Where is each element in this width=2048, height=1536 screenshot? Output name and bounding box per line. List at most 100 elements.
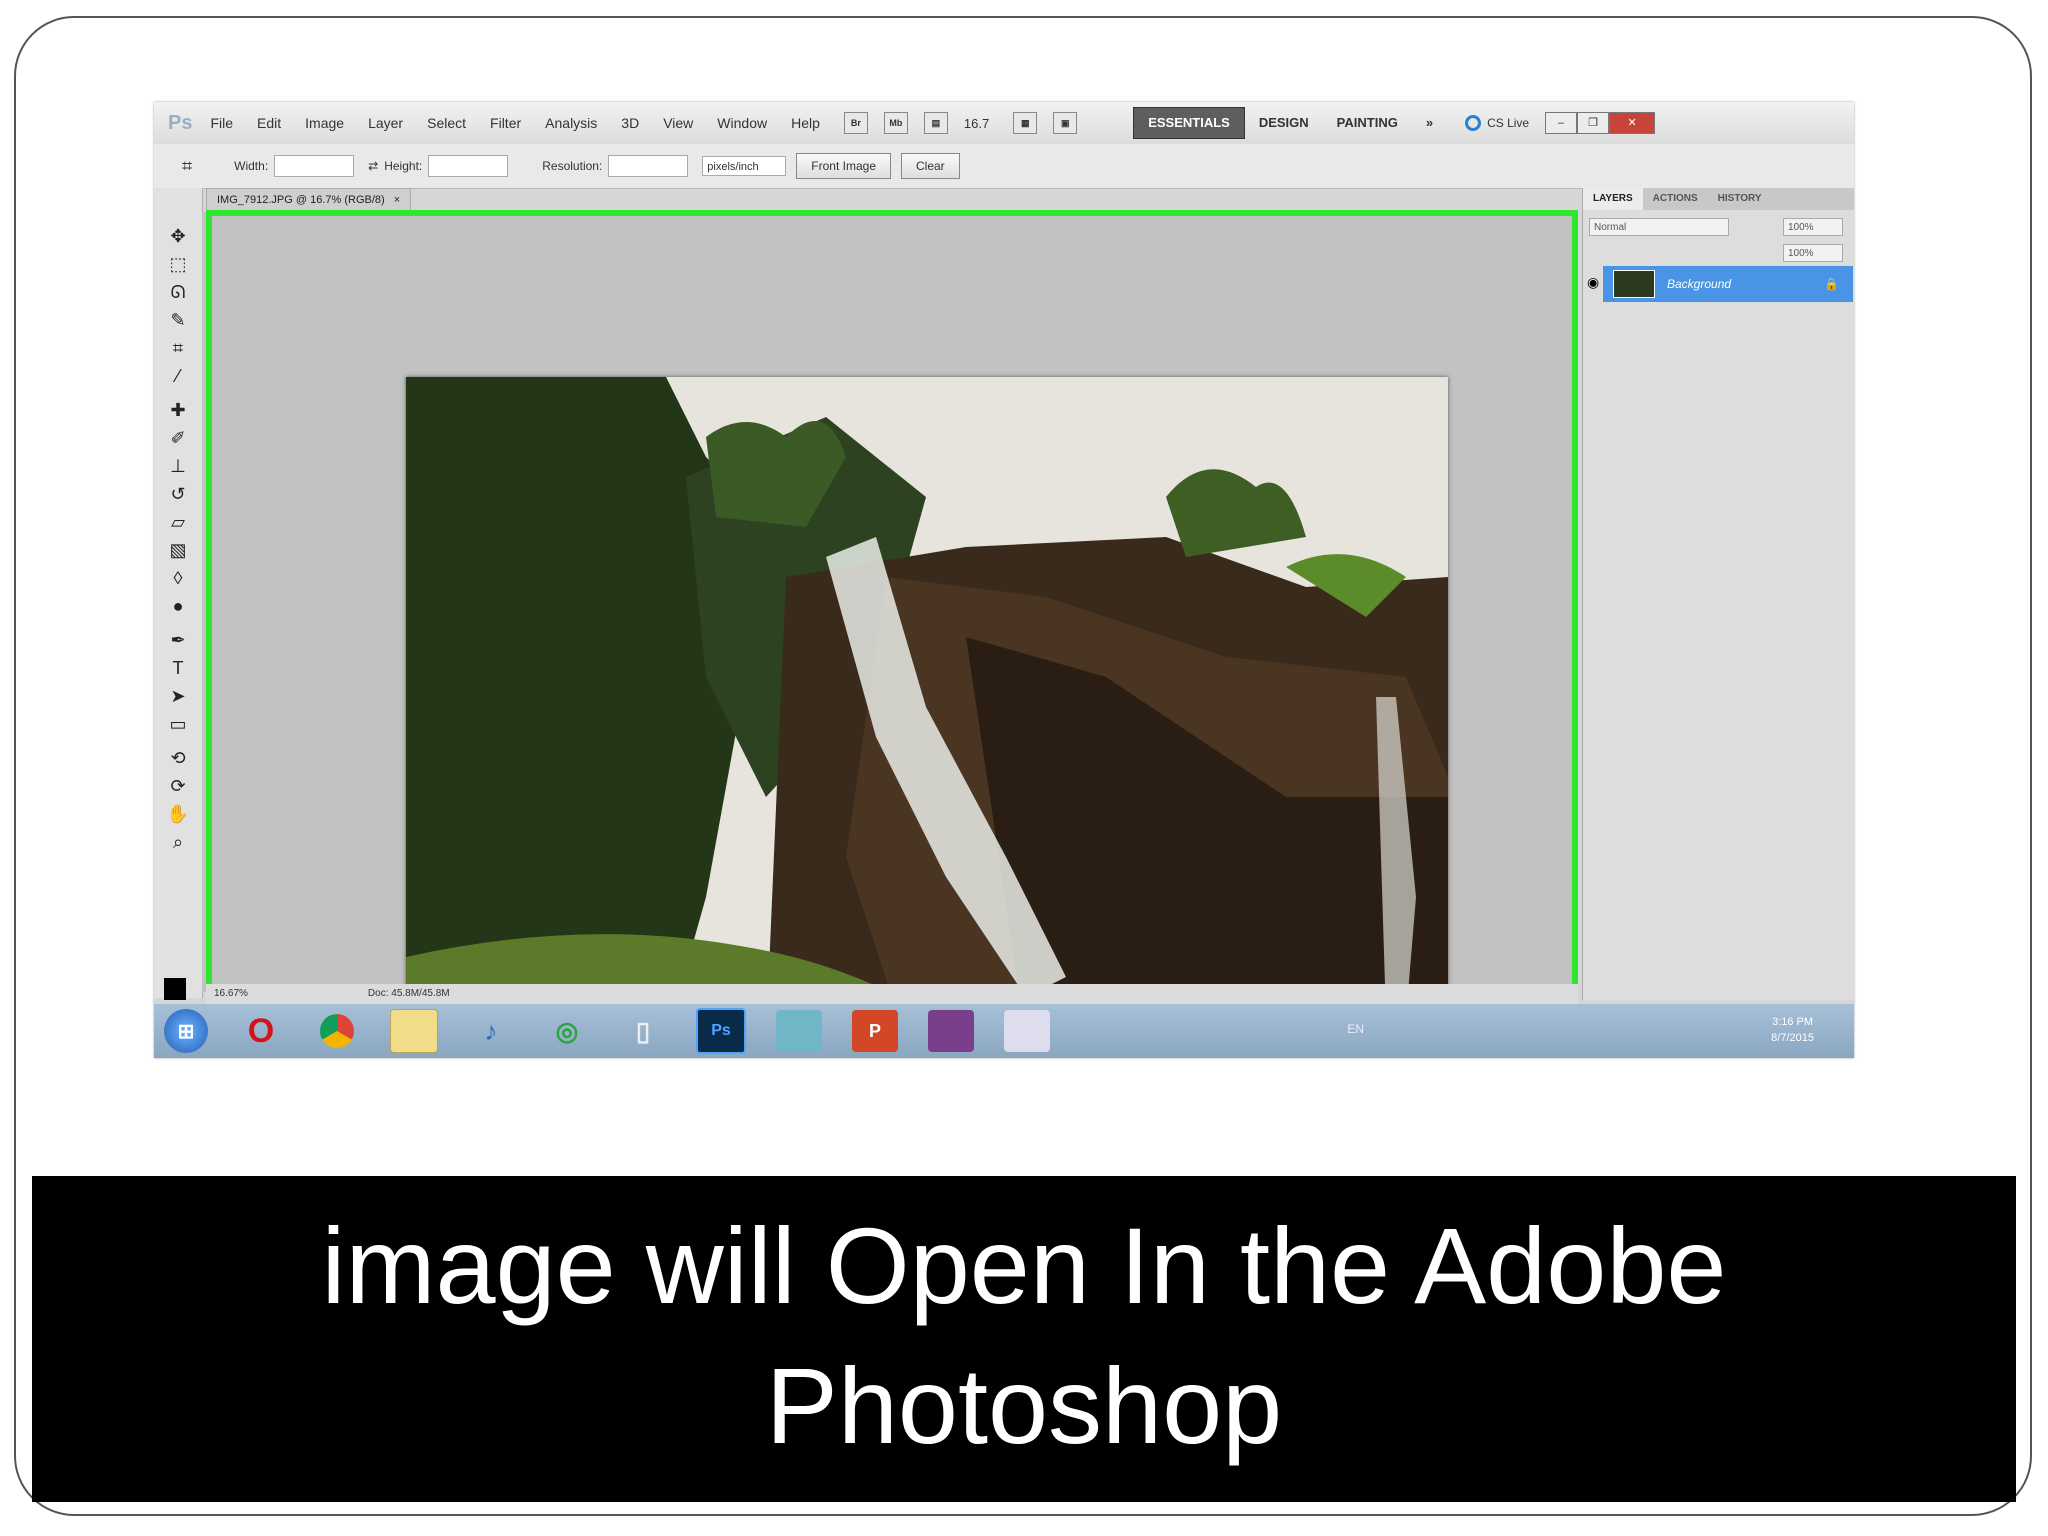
crop-tool-icon[interactable]: ⌗ (166, 336, 190, 360)
layer-row-background[interactable]: Background 🔒 (1603, 266, 1853, 302)
photoshop-taskbar-icon[interactable]: Ps (696, 1008, 746, 1054)
close-tab-icon[interactable]: × (394, 194, 400, 206)
restore-button[interactable]: ❐ (1577, 112, 1610, 134)
file-explorer-icon[interactable] (390, 1009, 438, 1053)
canvas-highlight-frame (206, 210, 1578, 1000)
pen-tool-icon[interactable]: ✒ (166, 628, 190, 652)
status-bar: 16.67% Doc: 45.8M/45.8M (206, 984, 1578, 1004)
dodge-tool-icon[interactable]: ● (166, 594, 190, 618)
tab-actions[interactable]: ACTIONS (1643, 188, 1708, 210)
resolution-input[interactable] (608, 155, 689, 177)
blend-mode-select[interactable]: Normal (1589, 218, 1729, 236)
opacity-field[interactable]: 100% (1783, 218, 1843, 236)
close-button[interactable]: ✕ (1609, 112, 1656, 134)
minimize-button[interactable]: – (1545, 112, 1578, 134)
tab-layers[interactable]: LAYERS (1583, 188, 1643, 210)
move-tool-icon[interactable]: ✥ (166, 224, 190, 248)
workspace-painting[interactable]: PAINTING (1323, 108, 1412, 138)
clear-button[interactable]: Clear (901, 153, 960, 179)
3d-rotate-tool-icon[interactable]: ⟲ (166, 746, 190, 770)
width-input[interactable] (274, 155, 355, 177)
menu-analysis[interactable]: Analysis (545, 115, 597, 131)
fill-field[interactable]: 100% (1783, 244, 1843, 262)
hand-tool-icon[interactable]: ✋ (166, 802, 190, 826)
options-bar: ⌗ Width: ⇄ Height: Resolution: pixels/in… (154, 144, 1854, 189)
brush-tool-icon[interactable]: ✐ (166, 426, 190, 450)
resolution-label: Resolution: (542, 159, 603, 173)
eraser-tool-icon[interactable]: ▱ (166, 510, 190, 534)
status-zoom: 16.67% (214, 988, 248, 999)
height-input[interactable] (428, 155, 509, 177)
eyedropper-tool-icon[interactable]: ⁄ (166, 364, 190, 388)
media-player-icon[interactable]: ♪ (468, 1010, 514, 1052)
path-select-tool-icon[interactable]: ➤ (166, 684, 190, 708)
powerpoint-icon[interactable]: P (852, 1010, 898, 1052)
status-doc-size: Doc: 45.8M/45.8M (367, 988, 450, 999)
document-tab-label: IMG_7912.JPG @ 16.7% (RGB/8) (217, 194, 385, 206)
healing-brush-tool-icon[interactable]: ✚ (166, 398, 190, 422)
foreground-color-swatch[interactable] (164, 978, 186, 1000)
swap-icon[interactable]: ⇄ (368, 159, 378, 173)
mini-bridge-icon[interactable]: Mb (883, 112, 908, 134)
windows-taskbar: ⊞ O ♪ ◎ ▯ Ps P EN 3:16 PM 8/7/2015 (154, 1004, 1854, 1058)
history-brush-tool-icon[interactable]: ↺ (166, 482, 190, 506)
quick-select-tool-icon[interactable]: ✎ (166, 308, 190, 332)
document-tab[interactable]: IMG_7912.JPG @ 16.7% (RGB/8) × (206, 188, 412, 212)
photoshop-logo: Ps (168, 111, 193, 134)
slide-caption: image will Open In the Adobe Photoshop (32, 1176, 2016, 1502)
units-select[interactable]: pixels/inch (702, 156, 787, 176)
menu-3d[interactable]: 3D (621, 115, 639, 131)
system-clock[interactable]: 3:16 PM 8/7/2015 (1771, 1014, 1814, 1046)
app-window-icon[interactable] (1004, 1010, 1050, 1052)
menu-file[interactable]: File (210, 115, 233, 131)
chrome-icon[interactable] (314, 1010, 360, 1052)
eye-icon[interactable]: ◉ (1587, 274, 1599, 291)
more-workspaces-button[interactable]: » (1412, 108, 1447, 138)
zoom-tool-icon[interactable]: ⌕ (166, 830, 190, 854)
lasso-tool-icon[interactable]: ᘏ (166, 280, 190, 304)
crop-tool-icon[interactable]: ⌗ (182, 156, 192, 177)
bridge-icon[interactable]: Br (843, 112, 868, 134)
menu-help[interactable]: Help (791, 115, 820, 131)
clock-time: 3:16 PM (1772, 1016, 1814, 1028)
cs-live-label: CS Live (1487, 116, 1530, 130)
app-bluegreen-icon[interactable] (776, 1010, 822, 1052)
front-image-button[interactable]: Front Image (796, 153, 891, 179)
caption-line-2: Photoshop (765, 1345, 1283, 1466)
app-green-icon[interactable]: ◎ (544, 1010, 590, 1052)
blur-tool-icon[interactable]: ◊ (166, 566, 190, 590)
cs-live-icon (1465, 115, 1482, 131)
shape-tool-icon[interactable]: ▭ (166, 712, 190, 736)
view-extras-icon[interactable]: ▤ (923, 112, 948, 134)
menu-bar: Ps File Edit Image Layer Select Filter A… (154, 102, 1854, 145)
gradient-tool-icon[interactable]: ▧ (166, 538, 190, 562)
height-label: Height: (384, 159, 423, 173)
menu-layer[interactable]: Layer (368, 115, 403, 131)
workspace-design[interactable]: DESIGN (1245, 108, 1323, 138)
menu-select[interactable]: Select (427, 115, 466, 131)
type-tool-icon[interactable]: T (166, 656, 190, 680)
cs-live-menu[interactable]: CS Live (1465, 115, 1529, 131)
3d-orbit-tool-icon[interactable]: ⟳ (166, 774, 190, 798)
tab-history[interactable]: HISTORY (1708, 188, 1772, 210)
start-button-icon[interactable]: ⊞ (164, 1009, 208, 1053)
arrange-documents-icon[interactable]: ▦ (1013, 112, 1038, 134)
winrar-icon[interactable] (928, 1010, 974, 1052)
usb-device-icon[interactable]: ▯ (620, 1010, 666, 1052)
width-label: Width: (234, 159, 269, 173)
screen-mode-icon[interactable]: ▣ (1053, 112, 1078, 134)
clone-stamp-tool-icon[interactable]: ⊥ (166, 454, 190, 478)
lock-icon: 🔒 (1824, 277, 1839, 291)
menu-edit[interactable]: Edit (257, 115, 281, 131)
menu-image[interactable]: Image (305, 115, 344, 131)
opera-icon[interactable]: O (238, 1010, 284, 1052)
menu-window[interactable]: Window (717, 115, 767, 131)
menu-view[interactable]: View (663, 115, 693, 131)
menu-filter[interactable]: Filter (490, 115, 521, 131)
marquee-tool-icon[interactable]: ⬚ (166, 252, 190, 276)
zoom-dropdown[interactable]: 16.7 (964, 116, 989, 131)
workspace-essentials[interactable]: ESSENTIALS (1133, 107, 1245, 139)
clock-date: 8/7/2015 (1771, 1032, 1814, 1044)
layers-panel: LAYERS ACTIONS HISTORY Normal 100% 100% … (1582, 188, 1854, 1000)
language-indicator[interactable]: EN (1347, 1022, 1364, 1036)
